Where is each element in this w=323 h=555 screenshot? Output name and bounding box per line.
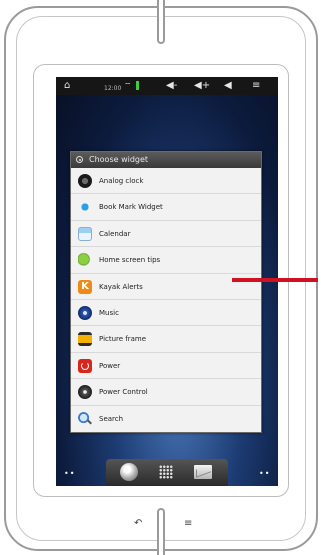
menu-icon[interactable]: ≡ [252, 80, 260, 92]
widget-item-label: Picture frame [99, 335, 147, 344]
widget-item-label: Home screen tips [99, 256, 161, 265]
mail-icon[interactable] [194, 465, 212, 479]
bookmark-icon [78, 200, 92, 215]
battery-icon [136, 81, 139, 90]
widget-item-label: Kayak Alerts [99, 282, 143, 291]
widget-item-label: Music [99, 308, 119, 317]
calendar-icon [78, 226, 92, 241]
hardware-back-icon[interactable]: ↶ [134, 518, 142, 529]
kayak-icon: K [78, 279, 92, 294]
search-icon [78, 411, 92, 426]
power-icon [78, 358, 92, 373]
widget-item-calendar[interactable]: Calendar [71, 221, 261, 248]
widget-item-search[interactable]: Search [71, 406, 261, 432]
dock-bar [106, 459, 228, 486]
widget-item-label: Calendar [99, 229, 131, 238]
widget-item-picture-frame[interactable]: Picture frame [71, 326, 261, 353]
home-screen-tips-icon [78, 253, 92, 268]
home-icon[interactable]: ⌂ [64, 80, 70, 92]
analog-clock-icon [78, 174, 92, 188]
widget-item-power-control[interactable]: Power Control [71, 379, 261, 406]
volume-down-icon[interactable]: ◀- [166, 80, 177, 92]
dialog-title: Choose widget [89, 155, 149, 164]
status-time: 12:00 [104, 85, 122, 92]
status-bar: ⌂ 12:00 ⌔ ◀- ◀+ ◀ ≡ [56, 77, 278, 95]
wifi-icon: ⌔ [124, 81, 132, 90]
widget-item-label: Power Control [99, 388, 148, 397]
widget-item-label: Analog clock [99, 177, 144, 185]
callout-pointer-line [232, 278, 318, 282]
widget-item-analog-clock[interactable]: Analog clock [71, 168, 261, 195]
widget-item-power[interactable]: Power [71, 353, 261, 380]
widget-item-label: Book Mark Widget [99, 203, 163, 212]
apps-grid-icon[interactable] [159, 465, 173, 479]
dock-left-dots[interactable]: •• [64, 469, 75, 478]
back-icon[interactable]: ◀ [224, 80, 232, 92]
widget-icon [76, 156, 83, 163]
widget-item-home-screen-tips[interactable]: Home screen tips [71, 247, 261, 274]
volume-up-icon[interactable]: ◀+ [194, 80, 210, 92]
bottom-button-slot [157, 508, 165, 555]
widget-list: Analog clock Book Mark Widget Calendar H… [71, 168, 261, 432]
widget-item-bookmark[interactable]: Book Mark Widget [71, 194, 261, 221]
choose-widget-dialog: Choose widget Analog clock Book Mark Wid… [70, 151, 262, 433]
music-icon [78, 305, 92, 320]
hardware-menu-icon[interactable]: ≡ [184, 518, 192, 529]
dialog-title-bar: Choose widget [71, 152, 261, 168]
widget-item-music[interactable]: Music [71, 300, 261, 327]
top-button-slot [157, 0, 165, 44]
widget-item-label: Power [99, 361, 121, 370]
dock-right-dots[interactable]: •• [259, 469, 270, 478]
picture-frame-icon [78, 332, 92, 347]
browser-icon[interactable] [120, 463, 138, 481]
power-control-icon [78, 385, 92, 400]
widget-item-label: Search [99, 414, 124, 423]
